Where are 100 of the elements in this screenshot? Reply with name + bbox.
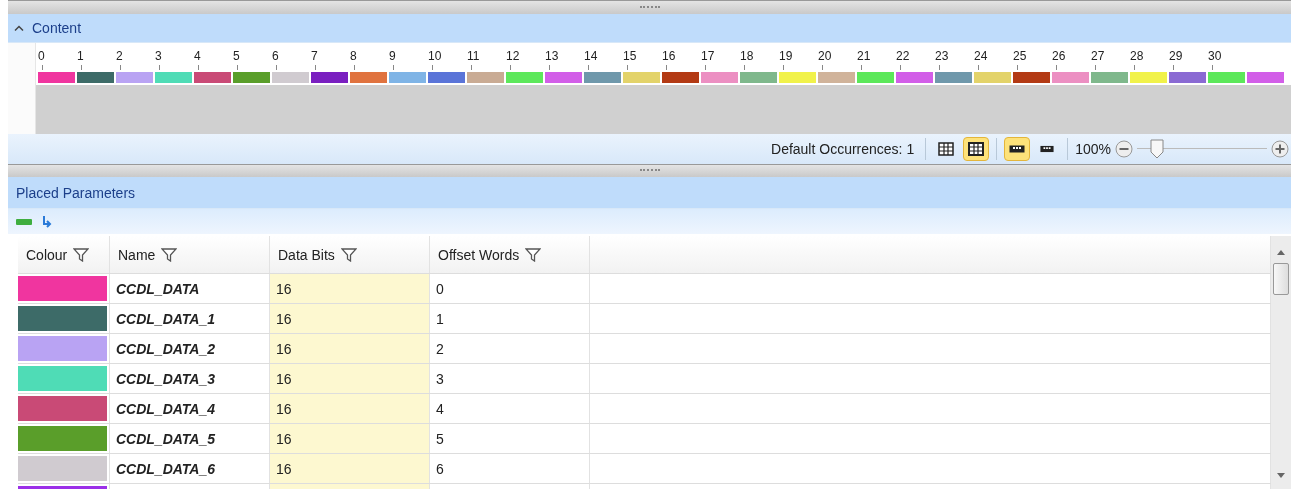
parameter-segment[interactable] <box>272 72 309 83</box>
parameter-segment[interactable] <box>1091 72 1128 83</box>
ruler-label: 27 <box>1091 49 1105 63</box>
colour-swatch[interactable] <box>18 456 107 481</box>
ruler-label: 11 <box>467 49 480 63</box>
parameter-segment[interactable] <box>623 72 660 83</box>
column-title: Name <box>118 246 156 263</box>
zoom-label: 100% <box>1075 141 1111 157</box>
colour-swatch[interactable] <box>18 306 107 331</box>
slider-thumb[interactable] <box>1149 139 1164 159</box>
grid-icon <box>938 142 955 156</box>
column-header[interactable]: Offset Words <box>430 236 590 273</box>
parameter-segment[interactable] <box>1208 72 1245 83</box>
parameter-segment[interactable] <box>428 72 465 83</box>
ruler-label: 1 <box>77 49 84 63</box>
colour-swatch[interactable] <box>18 276 107 301</box>
filter-icon[interactable] <box>340 247 357 262</box>
colour-swatch[interactable] <box>18 396 107 421</box>
table-cell: 16 <box>276 460 292 477</box>
parameter-segment[interactable] <box>1169 72 1206 83</box>
parameter-segment[interactable] <box>194 72 231 83</box>
ruler-label: 15 <box>623 49 637 63</box>
ruler-label: 8 <box>350 49 357 63</box>
parameter-segment[interactable] <box>662 72 699 83</box>
parameter-segment[interactable] <box>311 72 348 83</box>
table-cell: 2 <box>436 340 444 357</box>
parameter-segment[interactable] <box>1130 72 1167 83</box>
section-title: Content <box>32 20 82 36</box>
ruler-label: 9 <box>389 49 396 63</box>
segment-icon <box>1009 145 1026 153</box>
column-header[interactable]: Colour <box>18 236 110 273</box>
table-cell: 16 <box>276 340 292 357</box>
ruler-label: 23 <box>935 49 949 63</box>
zoom-in-icon[interactable] <box>1271 140 1289 158</box>
parameter-segment[interactable] <box>974 72 1011 83</box>
parameter-segment[interactable] <box>1013 72 1050 83</box>
parameter-segment[interactable] <box>779 72 816 83</box>
parameter-segment[interactable] <box>857 72 894 83</box>
toggle-button[interactable] <box>963 137 990 161</box>
ruler-label: 7 <box>311 49 318 63</box>
parameter-segment[interactable] <box>155 72 192 83</box>
parameter-segment[interactable] <box>1247 72 1284 83</box>
parameter-segment[interactable] <box>38 72 75 83</box>
scroll-thumb[interactable] <box>1273 263 1289 295</box>
parameter-segment[interactable] <box>506 72 543 83</box>
column-title: Offset Words <box>438 246 520 263</box>
parameter-segment[interactable] <box>467 72 504 83</box>
parameter-segment[interactable] <box>584 72 621 83</box>
parameter-segment[interactable] <box>77 72 114 83</box>
column-title: Colour <box>26 246 68 263</box>
table-cell: CCDL_DATA_5 <box>116 430 216 447</box>
zoom-out-icon[interactable] <box>1115 140 1133 158</box>
parameter-segment[interactable] <box>701 72 738 83</box>
ruler-label: 4 <box>194 49 201 63</box>
colour-swatch[interactable] <box>18 366 107 391</box>
table-cell: CCDL_DATA_1 <box>116 310 216 327</box>
arrow-icon[interactable] <box>42 214 52 229</box>
parameter-segment[interactable] <box>389 72 426 83</box>
column-header[interactable]: Data Bits <box>270 236 430 273</box>
ruler-label: 13 <box>545 49 559 63</box>
table-cell: CCDL_DATA <box>116 280 200 297</box>
filter-icon[interactable] <box>73 247 90 262</box>
scroll-down-icon[interactable] <box>1277 473 1285 478</box>
ruler-label: 0 <box>38 49 45 63</box>
colour-swatch[interactable] <box>18 426 107 451</box>
ruler-label: 26 <box>1052 49 1066 63</box>
ruler-label: 20 <box>818 49 832 63</box>
grid-icon <box>968 142 985 156</box>
parameter-segment[interactable] <box>818 72 855 83</box>
vertical-scrollbar[interactable] <box>1271 236 1291 489</box>
parameter-segment[interactable] <box>350 72 387 83</box>
table-cell: CCDL_DATA_6 <box>116 460 216 477</box>
parameter-segment[interactable] <box>233 72 270 83</box>
parameter-segment[interactable] <box>896 72 933 83</box>
scroll-up-icon[interactable] <box>1277 250 1285 255</box>
content-header[interactable]: Content <box>8 14 1291 43</box>
column-header[interactable]: Name <box>110 236 270 273</box>
ruler-label: 2 <box>116 49 123 63</box>
ruler-label: 17 <box>701 49 715 63</box>
table-cell: CCDL_DATA_2 <box>116 340 216 357</box>
caret-icon[interactable] <box>14 24 24 32</box>
filter-icon[interactable] <box>161 247 178 262</box>
colour-swatch[interactable] <box>18 336 107 361</box>
ruler-label: 22 <box>896 49 910 63</box>
ruler-label: 25 <box>1013 49 1027 63</box>
filter-icon[interactable] <box>525 247 542 262</box>
ruler-label: 18 <box>740 49 754 63</box>
parameter-segment[interactable] <box>116 72 153 83</box>
parameter-segment[interactable] <box>545 72 582 83</box>
segment-icon <box>1040 145 1055 153</box>
add-icon[interactable] <box>16 218 32 225</box>
table-cell: CCDL_DATA_3 <box>116 370 216 387</box>
table-cell: CCDL_DATA_4 <box>116 400 216 417</box>
ruler-label: 30 <box>1208 49 1222 63</box>
parameter-segment[interactable] <box>935 72 972 83</box>
parameter-segment[interactable] <box>1052 72 1089 83</box>
ruler-label: 3 <box>155 49 162 63</box>
parameter-segment[interactable] <box>740 72 777 83</box>
toggle-button[interactable] <box>1004 137 1031 161</box>
ruler-label: 29 <box>1169 49 1183 63</box>
